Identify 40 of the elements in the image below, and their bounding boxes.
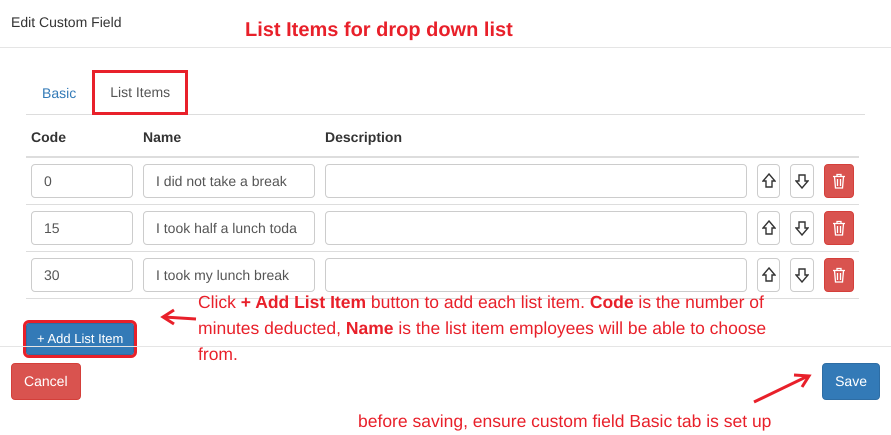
column-header: Name <box>138 115 320 158</box>
delete-button[interactable] <box>824 164 854 198</box>
delete-button[interactable] <box>824 258 854 292</box>
annotation-note: Click + Add List Item button to add each list item. Code is the number of minutes deducted, Name is the list item employees will be able to choose from. <box>198 291 768 366</box>
move-down-button[interactable] <box>790 211 814 245</box>
move-up-button[interactable] <box>757 164 780 198</box>
trash-icon <box>832 267 846 283</box>
move-down-button[interactable] <box>790 258 814 292</box>
trash-icon <box>832 220 846 236</box>
move-up-button[interactable] <box>757 211 780 245</box>
code-field[interactable]: 15 <box>31 211 133 245</box>
annotation-title: List Items for drop down list <box>245 18 513 43</box>
up-arrow-icon <box>762 173 776 189</box>
description-field[interactable] <box>325 211 747 245</box>
down-arrow-icon <box>795 267 809 283</box>
dialog-title: Edit Custom Field <box>11 13 122 32</box>
arrow <box>752 372 812 404</box>
down-arrow-icon <box>795 173 809 189</box>
up-arrow-icon <box>762 220 776 236</box>
code-field[interactable]: 30 <box>31 258 133 292</box>
code-field[interactable]: 0 <box>31 164 133 198</box>
delete-button[interactable] <box>824 211 854 245</box>
column-header: Code <box>26 115 138 158</box>
down-arrow-icon <box>795 220 809 236</box>
cancel-button[interactable]: Cancel <box>11 363 81 400</box>
tab[interactable]: Basic <box>26 70 92 115</box>
trash-icon <box>832 173 846 189</box>
name-field[interactable]: I did not take a break <box>143 164 315 198</box>
move-up-button[interactable] <box>757 258 780 292</box>
description-field[interactable] <box>325 164 747 198</box>
move-down-button[interactable] <box>790 164 814 198</box>
annotation-footer: before saving, ensure custom field Basic tab is set up <box>358 408 772 434</box>
column-header: Description <box>320 115 752 158</box>
tab[interactable]: List Items <box>92 70 188 115</box>
description-field[interactable] <box>325 258 747 292</box>
up-arrow-icon <box>762 267 776 283</box>
arrow <box>160 308 198 326</box>
name-field[interactable]: I took my lunch break <box>143 258 315 292</box>
name-field[interactable]: I took half a lunch toda <box>143 211 315 245</box>
save-button[interactable]: Save <box>822 363 880 400</box>
